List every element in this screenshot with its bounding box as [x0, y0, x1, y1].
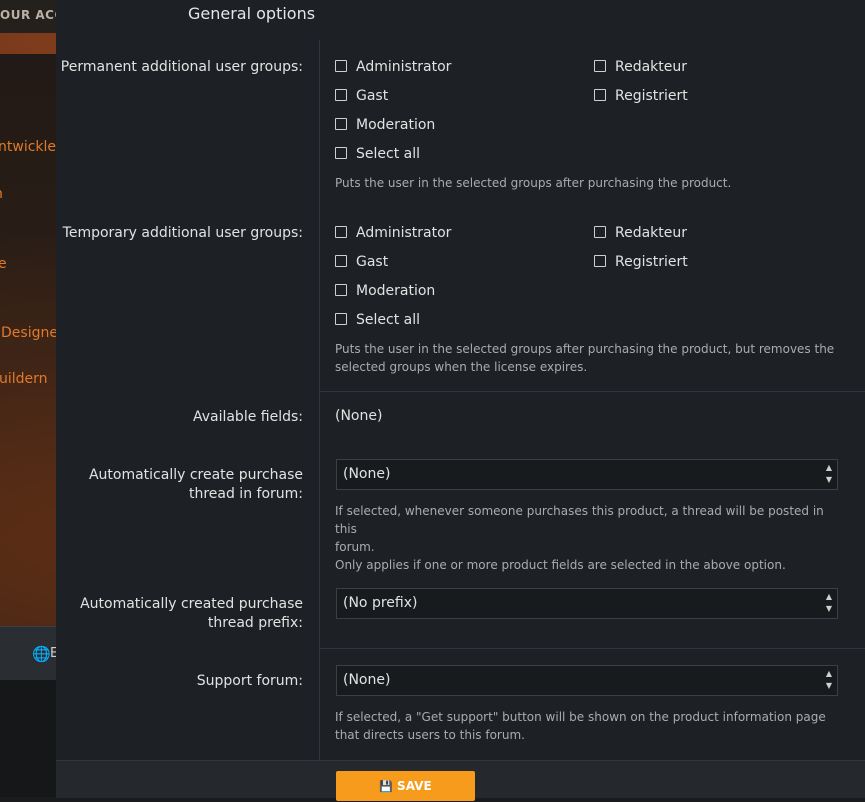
checkbox-icon: [594, 60, 606, 72]
checkbox-icon: [594, 255, 606, 267]
row-divider: [319, 648, 865, 649]
checkbox-icon: [335, 60, 347, 72]
checkbox-icon: [335, 226, 347, 238]
permanent-checkbox-gast[interactable]: Gast: [335, 87, 388, 105]
checkbox-icon: [594, 226, 606, 238]
checkbox-icon: [335, 255, 347, 267]
temporary-checkbox-select-all[interactable]: Select all: [335, 311, 420, 329]
temporary-checkbox-gast[interactable]: Gast: [335, 253, 388, 271]
permanent-checkbox-select-all[interactable]: Select all: [335, 145, 420, 163]
temporary-checkbox-administrator[interactable]: Administrator: [335, 224, 451, 242]
options-modal: General options Permanent additional use…: [56, 0, 865, 801]
checkbox-icon: [594, 89, 606, 101]
temporary-groups-label: Temporary additional user groups:: [62, 225, 303, 241]
select-arrows-icon: ▲ ▼: [825, 592, 832, 613]
purchase-thread-forum-label: Automatically create purchase thread in …: [88, 467, 303, 502]
checkbox-icon: [335, 118, 347, 130]
globe-icon: 🌐: [32, 645, 51, 663]
checkbox-icon: [335, 313, 347, 325]
permanent-groups-label: Permanent additional user groups:: [60, 59, 303, 75]
background-topbar-text: OUR ACC: [0, 8, 64, 22]
checkbox-icon: [335, 147, 347, 159]
temporary-checkbox-redakteur[interactable]: Redakteur: [594, 224, 687, 242]
permanent-checkbox-moderation[interactable]: Moderation: [335, 116, 435, 134]
support-forum-description: If selected, a "Get support" button will…: [335, 710, 826, 742]
modal-footer: 💾 SAVE: [56, 760, 865, 801]
temporary-checkbox-moderation[interactable]: Moderation: [335, 282, 435, 300]
support-forum-select[interactable]: (None) ▲ ▼: [336, 665, 838, 696]
modal-title: General options: [188, 4, 316, 23]
permanent-checkbox-administrator[interactable]: Administrator: [335, 58, 451, 76]
checkbox-icon: [335, 284, 347, 296]
purchase-thread-forum-description: If selected, whenever someone purchases …: [335, 504, 824, 572]
column-divider: [319, 40, 320, 760]
temporary-groups-description: Puts the user in the selected groups aft…: [335, 342, 835, 374]
purchase-thread-forum-select[interactable]: (None) ▲ ▼: [336, 459, 838, 490]
purchase-thread-prefix-select[interactable]: (No prefix) ▲ ▼: [336, 588, 838, 619]
permanent-groups-description: Puts the user in the selected groups aft…: [335, 176, 732, 190]
available-fields-label: Available fields:: [192, 409, 303, 425]
permanent-checkbox-registriert[interactable]: Registriert: [594, 87, 688, 105]
available-fields-value: (None): [335, 408, 383, 424]
select-arrows-icon: ▲ ▼: [825, 463, 832, 484]
checkbox-icon: [335, 89, 347, 101]
save-icon: 💾: [379, 780, 394, 793]
permanent-checkbox-redakteur[interactable]: Redakteur: [594, 58, 687, 76]
purchase-thread-prefix-label: Automatically created purchase thread pr…: [80, 596, 303, 631]
temporary-checkbox-registriert[interactable]: Registriert: [594, 253, 688, 271]
select-arrows-icon: ▲ ▼: [825, 669, 832, 690]
support-forum-label: Support forum:: [196, 673, 303, 689]
row-divider: [319, 391, 865, 392]
